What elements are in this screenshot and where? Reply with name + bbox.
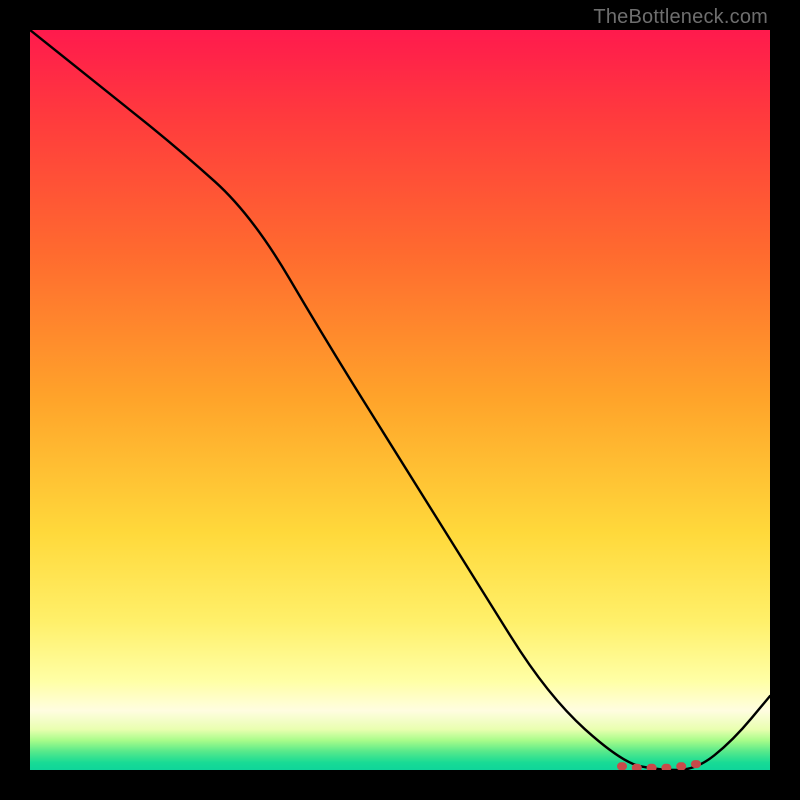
valley-marker [617,762,627,770]
valley-marker [632,764,642,770]
valley-marker [647,764,657,770]
chart-outer-frame: TheBottleneck.com [0,0,800,800]
series-curve [30,30,770,770]
chart-svg-layer [30,30,770,770]
attribution-text: TheBottleneck.com [593,6,768,29]
valley-marker [661,764,671,770]
chart-plot-area [30,30,770,770]
valley-marker [676,762,686,770]
valley-marker [691,760,701,768]
